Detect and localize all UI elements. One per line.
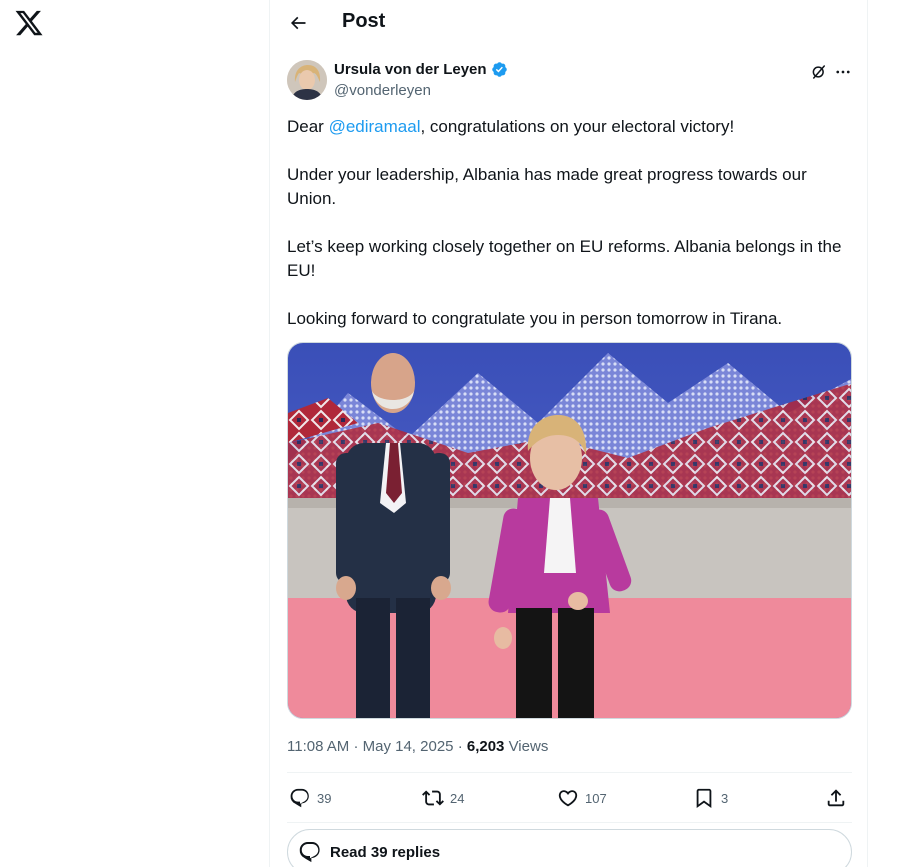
- post-paragraph-1: Dear @ediramaal, congratulations on your…: [287, 115, 847, 139]
- meta-separator: ·: [457, 738, 463, 755]
- post-date[interactable]: May 14, 2025: [363, 738, 454, 755]
- post-actions: 39 24 107 3: [287, 784, 852, 812]
- grok-button[interactable]: [808, 61, 830, 83]
- repost-button[interactable]: 24: [422, 784, 464, 812]
- author-name-row: Ursula von der Leyen: [334, 61, 508, 78]
- more-options-button[interactable]: [832, 61, 854, 83]
- post-column: Post Ursula von der Leyen @vonderleyen D…: [270, 0, 867, 867]
- post-author: Ursula von der Leyen @vonderleyen: [287, 60, 853, 104]
- share-button[interactable]: [825, 784, 847, 812]
- repost-count: 24: [450, 790, 465, 806]
- repost-icon: [422, 790, 444, 806]
- reply-icon: [290, 788, 309, 808]
- read-replies-label: Read 39 replies: [330, 843, 441, 861]
- reply-count: 39: [317, 790, 332, 806]
- reply-button[interactable]: 39: [289, 784, 331, 812]
- post-time[interactable]: 11:08 AM: [287, 738, 349, 755]
- post-meta: 11:08 AM · May 14, 2025 · 6,203 Views: [287, 738, 548, 755]
- bookmark-button[interactable]: 3: [693, 784, 728, 812]
- post-photo[interactable]: [287, 342, 852, 719]
- post-text-segment: Dear: [287, 117, 329, 136]
- views-count: 6,203: [466, 738, 505, 755]
- share-icon: [827, 789, 845, 807]
- verified-badge-icon: [491, 62, 507, 77]
- like-count: 107: [585, 790, 607, 806]
- avatar[interactable]: [287, 60, 327, 100]
- grok-icon: [812, 65, 825, 79]
- like-button[interactable]: 107: [557, 784, 607, 812]
- page-title: Post: [342, 10, 386, 32]
- read-replies-button[interactable]: Read 39 replies: [287, 829, 852, 867]
- views-label: Views: [508, 738, 549, 755]
- post-header: Post: [270, 0, 867, 46]
- arrow-left-icon: [290, 16, 306, 30]
- meta-separator: ·: [353, 738, 359, 755]
- x-logo-icon[interactable]: [14, 8, 44, 38]
- reply-bubble-icon: [299, 842, 320, 863]
- author-handle[interactable]: @vonderleyen: [334, 82, 431, 99]
- back-button[interactable]: [284, 9, 312, 37]
- author-name[interactable]: Ursula von der Leyen: [334, 61, 487, 78]
- right-sidebar: [868, 0, 900, 867]
- divider: [287, 822, 852, 823]
- post-paragraph-2: Under your leadership, Albania has made …: [287, 165, 807, 208]
- heart-icon: [558, 790, 578, 807]
- post-text-segment: , congratulations on your electoral vict…: [420, 117, 735, 136]
- post-paragraph-4: Looking forward to congratulate you in p…: [287, 309, 783, 328]
- mention-link[interactable]: @ediramaal: [329, 117, 421, 136]
- post-paragraph-3: Let’s keep working closely together on E…: [287, 237, 842, 280]
- post-text: Dear @ediramaal, congratulations on your…: [287, 115, 847, 355]
- bookmark-count: 3: [721, 790, 729, 806]
- bookmark-icon: [696, 788, 712, 809]
- divider: [287, 772, 852, 773]
- more-dots-icon: [836, 70, 850, 74]
